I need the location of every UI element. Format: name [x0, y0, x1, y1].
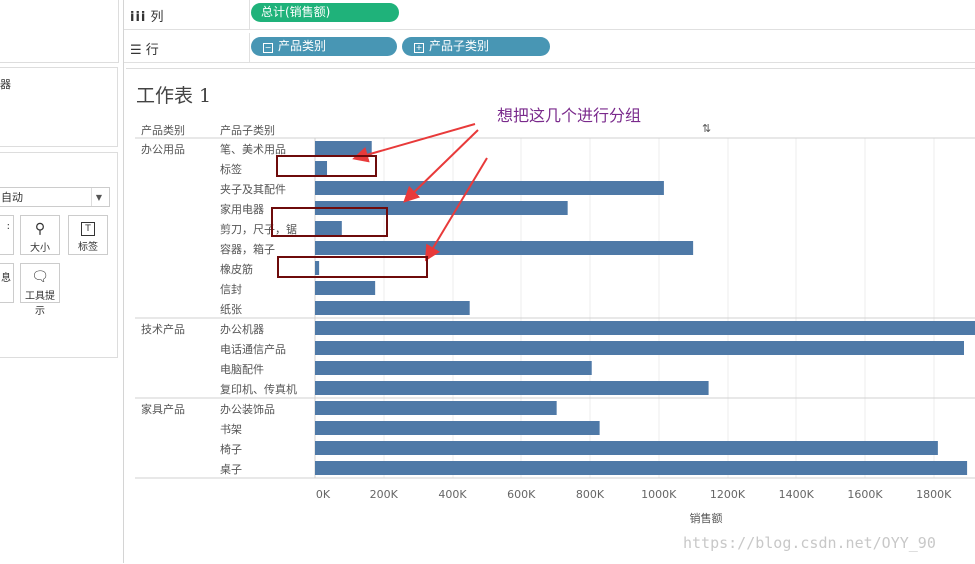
- bar-mark: [315, 181, 664, 195]
- watermark-text: https://blog.csdn.net/OYY_90: [683, 534, 936, 552]
- x-tick-label: 400K: [438, 488, 467, 501]
- highlight-box-rubberband: [277, 256, 428, 278]
- bar-mark: [315, 421, 600, 435]
- x-tick-label: 1600K: [847, 488, 883, 501]
- x-tick-label: 1800K: [916, 488, 952, 501]
- highlight-box-scissors: [271, 207, 388, 237]
- x-tick-label: 1400K: [779, 488, 815, 501]
- bar-mark: [315, 141, 372, 155]
- x-tick-label: 0K: [316, 488, 331, 501]
- bar-mark: [315, 441, 938, 455]
- bar-mark: [315, 461, 968, 475]
- bar-mark: [315, 361, 592, 375]
- x-tick-label: 1200K: [710, 488, 746, 501]
- sales-bar-chart: 0K 200K 400K 600K 800K 1000K 1200K 1400K 1600K 18…: [135, 137, 975, 525]
- x-tick-label: 200K: [370, 488, 399, 501]
- x-axis-title: 销售额: [690, 511, 723, 525]
- x-tick-label: 600K: [507, 488, 536, 501]
- x-tick-label: 800K: [576, 488, 605, 501]
- bar-mark: [315, 281, 376, 295]
- bar-mark: [315, 241, 694, 255]
- bar-mark: [315, 301, 470, 315]
- bar-mark: [315, 321, 975, 335]
- highlight-box-label: [276, 155, 377, 177]
- bar-mark: [315, 401, 557, 415]
- annotation-text: 想把这几个进行分组: [497, 106, 642, 125]
- bar-mark: [315, 381, 709, 395]
- x-tick-label: 1000K: [641, 488, 677, 501]
- bar-mark: [315, 341, 964, 355]
